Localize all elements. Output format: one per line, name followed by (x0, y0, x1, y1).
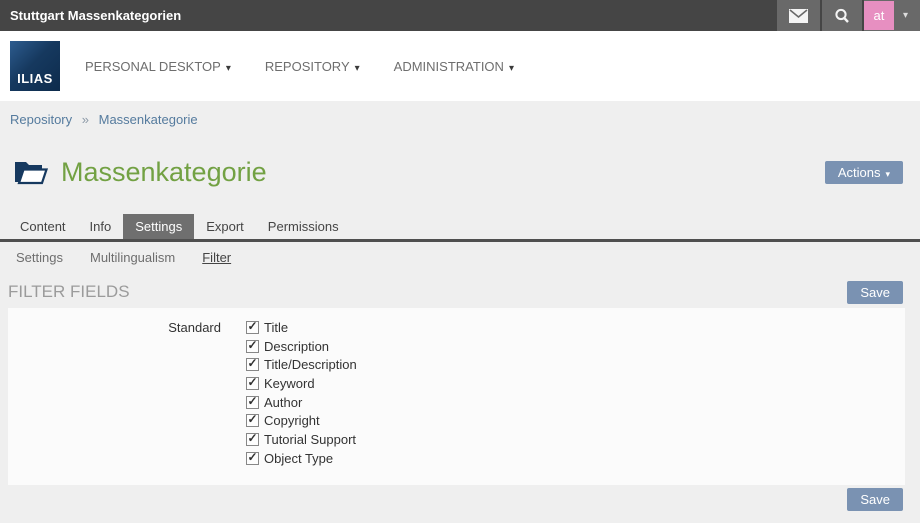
user-menu-button[interactable]: at ▾ (861, 0, 920, 31)
subtab-bar: Settings Multilingualism Filter (0, 242, 920, 265)
checkbox-row-keyword: Keyword (246, 374, 357, 393)
chevron-down-icon: ▾ (885, 169, 890, 179)
breadcrumb-massenkategorie[interactable]: Massenkategorie (99, 112, 198, 127)
main-menu: PERSONAL DESKTOP ▾ REPOSITORY ▾ ADMINISTRA… (85, 59, 514, 74)
breadcrumb: Repository » Massenkategorie (0, 101, 920, 127)
search-icon (834, 8, 850, 24)
subtab-filter[interactable]: Filter (202, 250, 231, 265)
subtab-multilingualism[interactable]: Multilingualism (90, 250, 175, 265)
tab-bar: Content Info Settings Export Permissions (0, 214, 920, 242)
breadcrumb-repository[interactable]: Repository (10, 112, 72, 127)
checkbox-row-tutorial-support: Tutorial Support (246, 430, 357, 449)
title-checkbox[interactable] (246, 319, 259, 334)
main-nav: ILIAS PERSONAL DESKTOP ▾ REPOSITORY ▾ ADMI… (0, 31, 920, 101)
checkbox-row-copyright: Copyright (246, 411, 357, 430)
menu-administration[interactable]: ADMINISTRATION ▾ (394, 59, 514, 74)
menu-personal-desktop[interactable]: PERSONAL DESKTOP ▾ (85, 59, 231, 74)
tab-export[interactable]: Export (194, 214, 256, 239)
object-type-checkbox[interactable] (246, 450, 259, 465)
save-button-top[interactable]: Save (847, 280, 903, 304)
tab-settings[interactable]: Settings (123, 214, 195, 239)
standard-field-label: Standard (168, 320, 221, 335)
checkbox-row-title: Title (246, 318, 357, 337)
tab-permissions[interactable]: Permissions (256, 214, 351, 239)
keyword-checkbox[interactable] (246, 375, 259, 390)
client-title: Stuttgart Massenkategorien (10, 8, 182, 23)
search-button[interactable] (819, 0, 862, 31)
folder-icon (14, 160, 48, 186)
breadcrumb-separator: » (81, 112, 89, 127)
top-bar-actions: at ▾ (774, 0, 920, 31)
page-title: Massenkategorie (61, 157, 267, 187)
chevron-down-icon: ▾ (902, 10, 908, 21)
checkbox-row-object-type: Object Type (246, 449, 357, 468)
filter-fields-form: Standard Title Description Title/Descrip… (8, 308, 905, 485)
chevron-down-icon: ▾ (508, 62, 514, 74)
title-row: Massenkategorie Actions ▾ (0, 157, 920, 188)
save-button-bottom[interactable]: Save (847, 488, 903, 511)
copyright-checkbox[interactable] (246, 412, 259, 428)
actions-button[interactable]: Actions ▾ (824, 161, 903, 184)
checkbox-row-title-description: Title/Description (246, 355, 357, 374)
menu-repository[interactable]: REPOSITORY ▾ (265, 59, 360, 74)
top-bar: Stuttgart Massenkategorien at ▾ (0, 0, 920, 31)
description-checkbox[interactable] (246, 338, 259, 353)
chevron-down-icon: ▾ (225, 62, 231, 74)
tab-content[interactable]: Content (8, 214, 78, 239)
ilias-logo[interactable]: ILIAS (10, 41, 60, 91)
chevron-down-icon: ▾ (354, 62, 360, 74)
title-description-checkbox[interactable] (246, 356, 259, 372)
content-area: Repository » Massenkategorie Massenkateg… (0, 101, 920, 523)
mail-button[interactable] (774, 0, 820, 31)
avatar: at (863, 1, 894, 30)
section-title: FILTER FIELDS (8, 282, 130, 301)
tutorial-support-checkbox[interactable] (246, 431, 259, 446)
tab-info[interactable]: Info (78, 214, 124, 239)
form-label-column: Standard (8, 317, 246, 485)
checkbox-row-description: Description (246, 337, 357, 356)
author-checkbox[interactable] (246, 394, 259, 409)
checkbox-row-author: Author (246, 393, 357, 412)
form-section-header: FILTER FIELDS Save (0, 280, 920, 304)
subtab-settings[interactable]: Settings (16, 250, 63, 265)
bottom-toolbar: Save (0, 488, 920, 511)
mail-icon (788, 8, 808, 23)
checkbox-column: Title Description Title/Description Keyw… (246, 317, 357, 485)
